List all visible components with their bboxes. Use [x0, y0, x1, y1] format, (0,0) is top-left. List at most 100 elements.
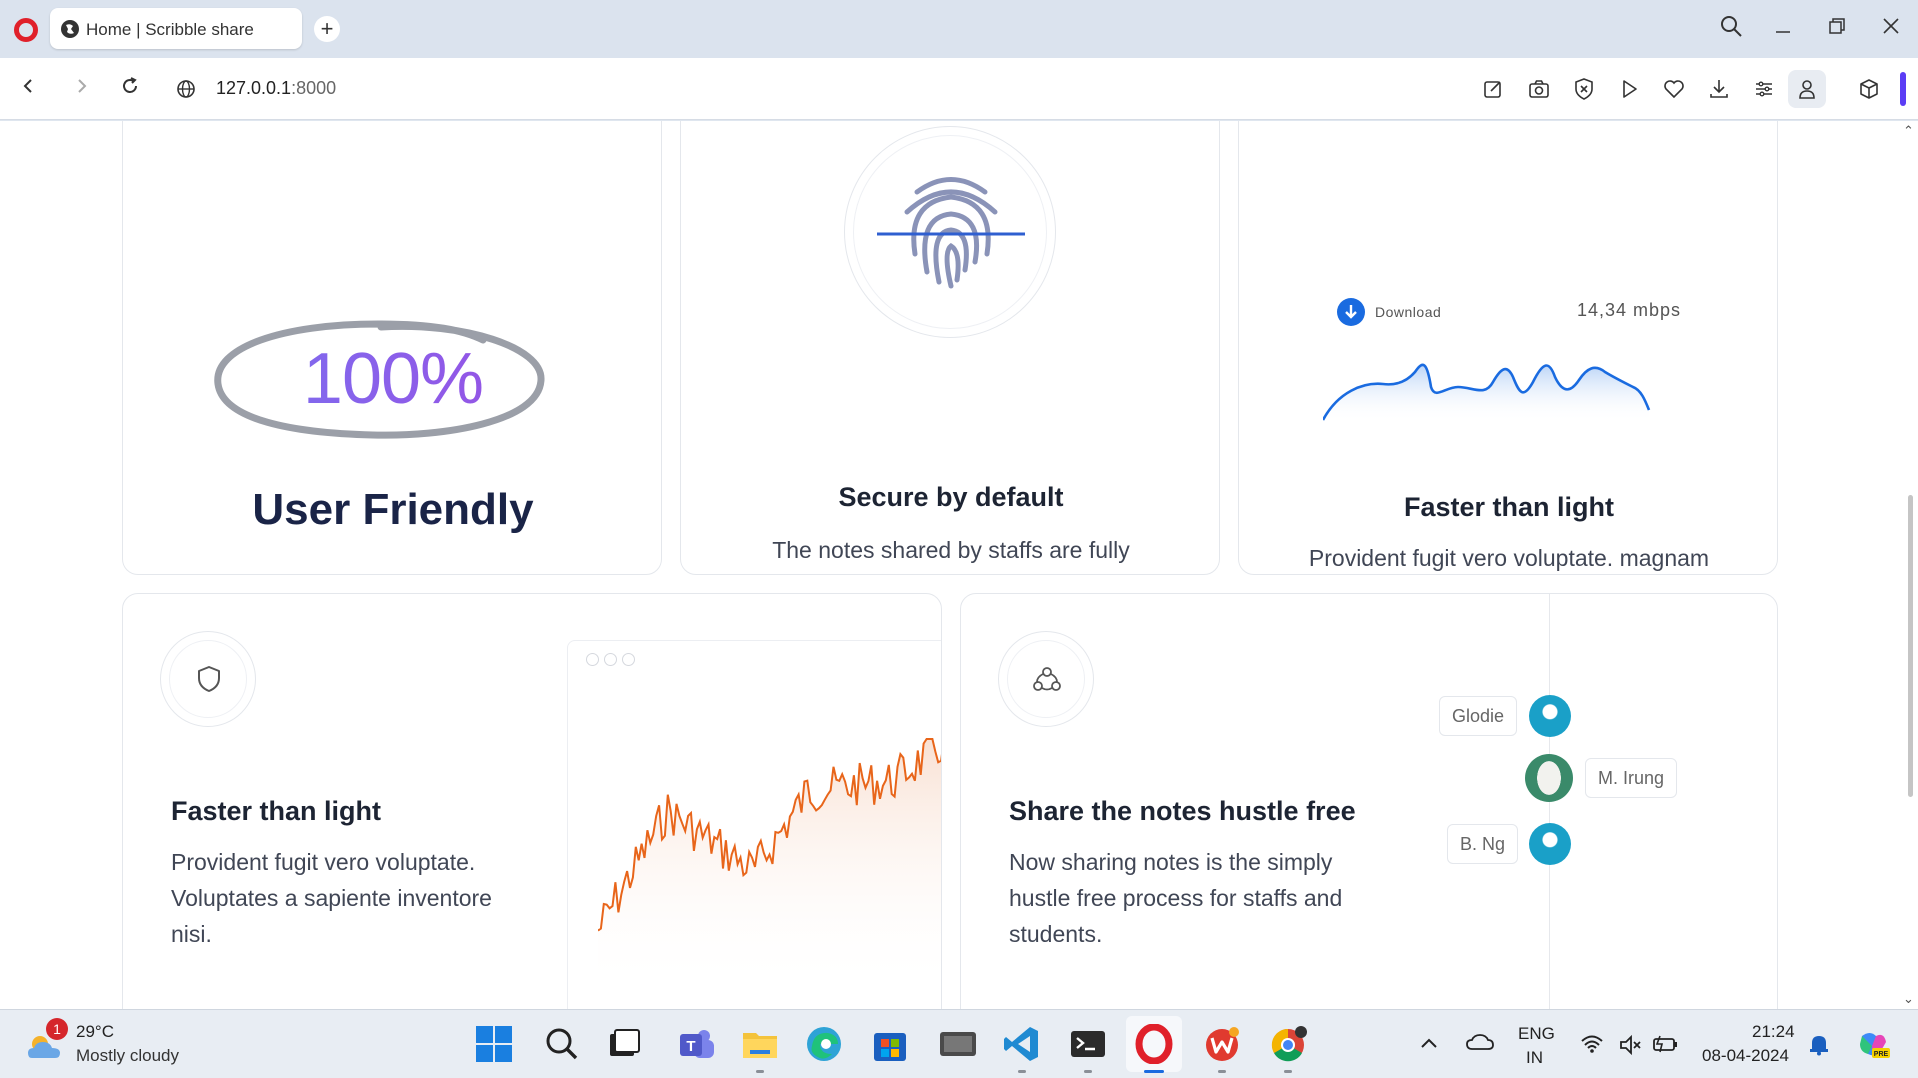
share-card: Share the notes hustle free Now sharing … — [960, 593, 1778, 1009]
url-host: 127.0.0.1 — [216, 78, 292, 98]
copilot-icon[interactable]: PRE — [1856, 1030, 1890, 1060]
stock-chart-window — [567, 640, 941, 1009]
clock-date[interactable]: 08-04-2024 — [1702, 1046, 1789, 1066]
download-label: Download — [1375, 304, 1442, 320]
avatar-b-ng — [1529, 823, 1571, 865]
battery-charging-icon[interactable] — [1652, 1034, 1680, 1054]
weather-temperature[interactable]: 29°C — [76, 1022, 114, 1042]
tray-overflow-chevron-icon[interactable] — [1420, 1036, 1438, 1050]
percent-value: 100% — [223, 338, 563, 420]
profile-button[interactable] — [1788, 70, 1826, 108]
windows-taskbar: 1 29°C Mostly cloudy T ENG IN 21:24 08-0… — [0, 1009, 1918, 1078]
share-ring — [998, 631, 1094, 727]
film-app-icon[interactable] — [938, 1024, 978, 1064]
speed-title: Faster than light — [1403, 492, 1614, 522]
ad-blocker-icon[interactable] — [1571, 76, 1597, 102]
player-icon[interactable] — [1616, 76, 1642, 102]
clock-time[interactable]: 21:24 — [1752, 1022, 1795, 1042]
site-globe-icon — [61, 20, 79, 38]
extensions-cube-icon[interactable] — [1856, 76, 1882, 102]
secure-title: Secure by default — [838, 482, 1064, 512]
window-dots — [586, 653, 640, 671]
wifi-icon[interactable] — [1580, 1034, 1604, 1054]
faster-title: Faster than light — [171, 796, 382, 826]
download-speed-card: Download 14,34 mbps Faster than light Pr… — [1238, 121, 1778, 575]
share-title: Share the notes hustle free — [1009, 796, 1356, 826]
user-friendly-title: User Friendly — [252, 485, 534, 534]
taskbar-search-icon[interactable] — [542, 1024, 582, 1064]
reload-button[interactable] — [116, 75, 144, 103]
weather-notification-badge: 1 — [46, 1018, 68, 1040]
keyboard-region[interactable]: IN — [1526, 1048, 1543, 1068]
url-text[interactable]: 127.0.0.1:8000 — [216, 78, 336, 99]
download-arrow-icon — [1337, 298, 1365, 326]
easy-setup-icon[interactable] — [1751, 76, 1777, 102]
weather-description[interactable]: Mostly cloudy — [76, 1046, 179, 1066]
camera-icon[interactable] — [1526, 76, 1552, 102]
browser-tab-home[interactable]: Home | Scribble share — [50, 8, 302, 49]
user-friendly-card: 100% User Friendly — [122, 121, 662, 575]
notifications-bell-icon[interactable] — [1808, 1032, 1830, 1056]
faster-card: Faster than light Provident fugit vero v… — [122, 593, 942, 1009]
speed-body: Provident fugit vero voluptate. magnam m… — [1308, 545, 1710, 571]
site-info-globe-icon[interactable] — [176, 79, 196, 99]
scroll-up-icon[interactable]: ⌃ — [1903, 123, 1914, 139]
task-view-icon[interactable] — [604, 1024, 644, 1064]
vscode-icon[interactable] — [1002, 1024, 1042, 1064]
chrome-browser-icon[interactable] — [1268, 1024, 1308, 1064]
download-speed-graph — [1323, 363, 1651, 422]
new-tab-button[interactable]: + — [314, 16, 340, 42]
percent-badge: 100% — [214, 302, 573, 452]
opera-browser-icon[interactable] — [1134, 1024, 1174, 1064]
scrollbar-thumb[interactable] — [1908, 495, 1913, 797]
page-viewport: 100% User Friendly Secure by default The… — [0, 121, 1918, 1009]
wps-office-icon[interactable] — [1202, 1024, 1242, 1064]
opera-logo-icon[interactable] — [14, 18, 38, 42]
teams-icon[interactable]: T — [676, 1024, 716, 1064]
back-button[interactable] — [14, 75, 42, 103]
restore-icon[interactable] — [1822, 14, 1852, 44]
terminal-icon[interactable] — [1068, 1024, 1108, 1064]
file-explorer-icon[interactable] — [740, 1024, 780, 1064]
faster-body: Provident fugit vero voluptate. Voluptat… — [171, 849, 492, 947]
forward-arrow-icon — [78, 79, 87, 93]
onedrive-cloud-icon[interactable] — [1466, 1032, 1494, 1052]
browser-tab-bar: Home | Scribble share + — [0, 0, 1918, 58]
address-bar: 127.0.0.1:8000 — [0, 58, 1918, 120]
shield-ring — [160, 631, 256, 727]
microsoft-store-icon[interactable] — [870, 1024, 910, 1064]
avatar-glodie — [1529, 695, 1571, 737]
person-chip-m-irung: M. Irung — [1585, 758, 1678, 798]
edge-browser-icon[interactable] — [804, 1024, 844, 1064]
svg-text:PRE: PRE — [1874, 1051, 1889, 1058]
sidebar-accent-bar — [1900, 72, 1906, 106]
stock-line-graph — [598, 738, 941, 991]
close-icon[interactable] — [1876, 14, 1906, 44]
person-chip-glodie: Glodie — [1439, 696, 1518, 736]
back-arrow-icon — [23, 79, 32, 93]
windows-start-icon[interactable] — [474, 1024, 514, 1064]
tab-title: Home | Scribble share — [86, 20, 254, 39]
avatar-m-irung — [1525, 754, 1573, 802]
favorites-heart-icon[interactable] — [1661, 76, 1687, 102]
secure-card: Secure by default The notes shared by st… — [680, 121, 1220, 575]
forward-button[interactable] — [68, 75, 96, 103]
downloads-icon[interactable] — [1706, 76, 1732, 102]
minimize-icon[interactable] — [1768, 14, 1798, 44]
language-indicator[interactable]: ENG — [1518, 1024, 1555, 1044]
browser-search-icon[interactable] — [1716, 14, 1746, 44]
svg-text:T: T — [686, 1038, 695, 1055]
share-body: Now sharing notes is the simply hustle f… — [1009, 849, 1343, 947]
fingerprint-icon — [877, 177, 1025, 289]
page-scrollbar[interactable]: ⌃ ⌄ — [1900, 121, 1918, 1009]
profile-user-icon — [1799, 80, 1815, 99]
snapshot-edit-icon[interactable] — [1480, 76, 1506, 102]
share-nodes-icon — [1033, 667, 1061, 691]
volume-muted-icon[interactable] — [1618, 1034, 1642, 1056]
shield-icon — [198, 666, 220, 692]
secure-body: The notes shared by staffs are fully sec… — [763, 537, 1139, 574]
reload-icon — [123, 77, 137, 93]
scroll-down-icon[interactable]: ⌄ — [1903, 991, 1914, 1007]
person-chip-b-ng: B. Ng — [1447, 824, 1519, 864]
download-speed: 14,34 mbps — [1577, 300, 1682, 320]
